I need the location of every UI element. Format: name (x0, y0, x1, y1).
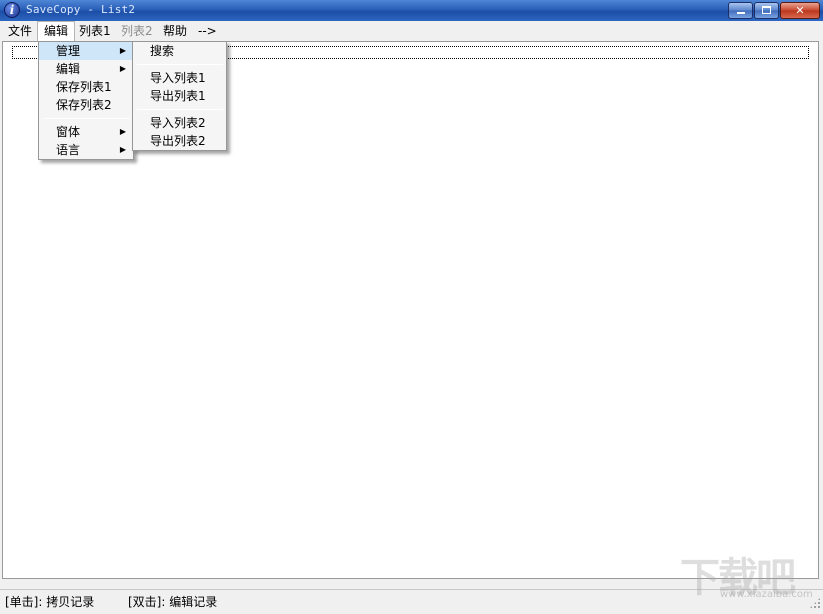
menu-separator (43, 118, 130, 119)
status-single-click: [单击]: 拷贝记录 (5, 595, 95, 609)
menu-list1[interactable]: 列表1 (73, 21, 117, 41)
maximize-icon (762, 6, 771, 14)
maximize-button[interactable] (754, 2, 779, 19)
close-button[interactable]: ✕ (780, 2, 820, 19)
menu-item-language[interactable]: 语言 ▶ (39, 141, 133, 159)
title-bar[interactable]: i SaveCopy - List2 ✕ (0, 0, 823, 21)
menu-item-export-list1[interactable]: 导出列表1 (133, 87, 226, 105)
info-icon[interactable]: i (4, 2, 20, 18)
submenu-arrow-icon: ▶ (119, 64, 126, 73)
menu-list2[interactable]: 列表2 (115, 21, 159, 41)
menu-item-search[interactable]: 搜索 (133, 42, 226, 60)
status-bar: [单击]: 拷贝记录 [双击]: 编辑记录 (0, 589, 823, 611)
menu-help[interactable]: 帮助 (157, 21, 193, 41)
app-window: i SaveCopy - List2 ✕ 文件 编辑 列表1 列表2 帮助 --… (0, 0, 823, 614)
menu-separator (137, 64, 223, 65)
menu-item-label: 保存列表2 (56, 98, 112, 112)
window-title: SaveCopy - List2 (26, 3, 136, 16)
minimize-button[interactable] (728, 2, 753, 19)
menu-file[interactable]: 文件 (2, 21, 38, 41)
minimize-icon (736, 12, 745, 14)
menu-item-import-list2[interactable]: 导入列表2 (133, 114, 226, 132)
menu-more[interactable]: --> (192, 21, 223, 41)
manage-submenu: 搜索 导入列表1 导出列表1 导入列表2 导出列表2 (132, 41, 227, 151)
status-double-click: [双击]: 编辑记录 (128, 595, 218, 609)
submenu-arrow-icon: ▶ (119, 46, 126, 55)
submenu-arrow-icon: ▶ (119, 145, 126, 154)
menu-item-import-list1[interactable]: 导入列表1 (133, 69, 226, 87)
menu-item-window[interactable]: 窗体 ▶ (39, 123, 133, 141)
menu-edit[interactable]: 编辑 (37, 21, 76, 41)
resize-grip-icon[interactable] (809, 597, 821, 609)
close-icon: ✕ (795, 4, 805, 17)
menu-item-save-list2[interactable]: 保存列表2 (39, 96, 133, 114)
edit-dropdown-menu: 管理 ▶ 编辑 ▶ 保存列表1 保存列表2 窗体 ▶ 语言 ▶ (38, 41, 134, 160)
menu-separator (137, 109, 223, 110)
menu-item-label: 窗体 (56, 125, 81, 139)
menu-item-label: 语言 (56, 143, 81, 157)
menu-item-label: 保存列表1 (56, 80, 112, 94)
menu-item-label: 编辑 (56, 62, 81, 76)
menu-bar: 文件 编辑 列表1 列表2 帮助 --> (0, 21, 823, 41)
menu-item-save-list1[interactable]: 保存列表1 (39, 78, 133, 96)
menu-item-export-list2[interactable]: 导出列表2 (133, 132, 226, 150)
menu-item-manage[interactable]: 管理 ▶ (39, 42, 133, 60)
submenu-arrow-icon: ▶ (119, 127, 126, 136)
menu-item-edit[interactable]: 编辑 ▶ (39, 60, 133, 78)
menu-item-label: 管理 (56, 44, 81, 58)
